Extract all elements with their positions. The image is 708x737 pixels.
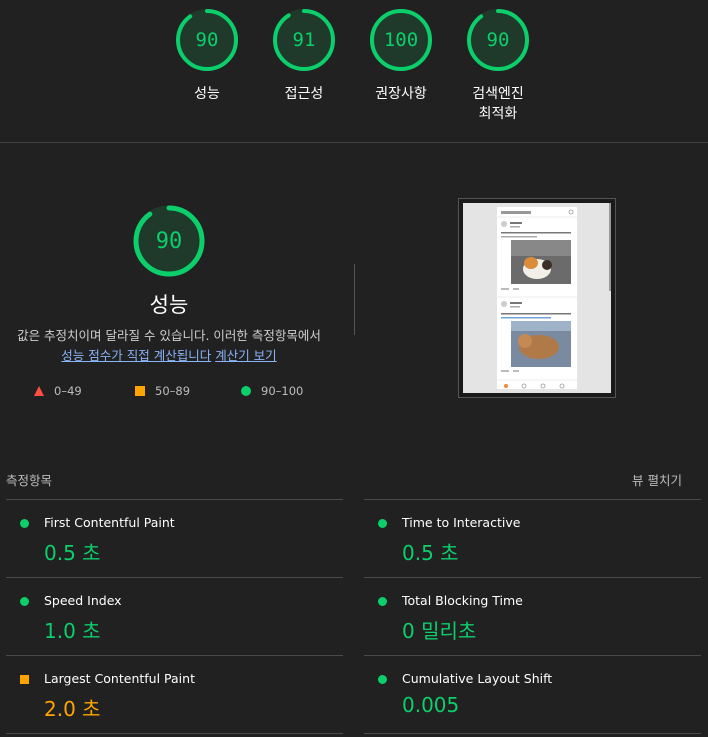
- status-dot-icon: [378, 519, 387, 528]
- metric-fcp: First Contentful Paint 0.5 초: [6, 499, 343, 577]
- triangle-icon: [34, 386, 44, 396]
- metric-title: Cumulative Layout Shift: [402, 671, 553, 686]
- legend-poor: 0–49: [34, 384, 82, 398]
- score-calc-link[interactable]: 성능 점수가 직접 계산됩니다: [61, 348, 211, 363]
- metric-value: 2.0 초: [44, 697, 101, 721]
- gauge-best-practices[interactable]: 100: [369, 8, 433, 72]
- category-label-performance[interactable]: 성능: [157, 84, 257, 104]
- gauge-performance[interactable]: 90: [175, 8, 239, 72]
- gauge-accessibility[interactable]: 91: [272, 8, 336, 72]
- performance-description: 값은 추정치이며 달라질 수 있습니다. 이러한 측정항목에서 성능 점수가 직…: [0, 326, 338, 366]
- metric-value: 0 밀리초: [402, 619, 477, 643]
- final-screenshot[interactable]: [458, 198, 616, 398]
- metric-cls: Cumulative Layout Shift 0.005: [364, 655, 701, 733]
- legend-label: 0–49: [54, 384, 82, 398]
- performance-title: 성능: [149, 293, 189, 317]
- metrics-title: 측정항목: [6, 473, 53, 488]
- status-dot-icon: [378, 597, 387, 606]
- page-thumbnail-image: [463, 203, 611, 393]
- vertical-divider: [354, 264, 355, 335]
- description-text: 값은 추정치이며 달라질 수 있습니다. 이러한 측정항목에서: [17, 328, 321, 343]
- gauge-score: 100: [383, 29, 419, 51]
- metric-lcp: Largest Contentful Paint 2.0 초: [6, 655, 343, 733]
- metric-title: Largest Contentful Paint: [44, 671, 195, 686]
- divider: [364, 733, 701, 734]
- metric-value: 0.5 초: [44, 541, 101, 565]
- gauge-score: 90: [195, 29, 219, 51]
- metric-tbt: Total Blocking Time 0 밀리초: [364, 577, 701, 655]
- metric-value: 0.005: [402, 693, 460, 717]
- metric-title: Time to Interactive: [402, 515, 521, 530]
- gauge-score: 91: [292, 29, 316, 51]
- category-label-accessibility[interactable]: 접근성: [254, 84, 354, 104]
- calculator-link[interactable]: 계산기 보기: [215, 348, 276, 363]
- gauge-seo[interactable]: 90: [466, 8, 530, 72]
- metric-value: 1.0 초: [44, 619, 101, 643]
- category-label-seo[interactable]: 검색엔진 최적화: [448, 84, 548, 124]
- status-dot-icon: [20, 519, 29, 528]
- legend-average: 50–89: [135, 384, 190, 398]
- legend-good: 90–100: [241, 384, 303, 398]
- status-dot-icon: [378, 675, 387, 684]
- divider: [6, 733, 343, 734]
- metric-tti: Time to Interactive 0.5 초: [364, 499, 701, 577]
- status-dot-icon: [20, 597, 29, 606]
- performance-gauge-large: 90: [132, 204, 206, 278]
- screenshot-image: [463, 203, 611, 393]
- metric-title: Total Blocking Time: [402, 593, 523, 608]
- circle-icon: [241, 386, 251, 396]
- category-label-best-practices[interactable]: 권장사항: [351, 84, 451, 104]
- legend-label: 90–100: [261, 384, 304, 398]
- section-divider: [0, 142, 708, 143]
- metric-speed-index: Speed Index 1.0 초: [6, 577, 343, 655]
- expand-view-toggle[interactable]: 뷰 펼치기: [632, 470, 682, 489]
- metric-title: Speed Index: [44, 593, 122, 608]
- performance-score: 90: [155, 228, 183, 254]
- square-icon: [135, 386, 145, 396]
- metric-value: 0.5 초: [402, 541, 459, 565]
- gauge-score: 90: [486, 29, 510, 51]
- status-square-icon: [20, 675, 29, 684]
- legend-label: 50–89: [155, 384, 191, 398]
- metric-title: First Contentful Paint: [44, 515, 175, 530]
